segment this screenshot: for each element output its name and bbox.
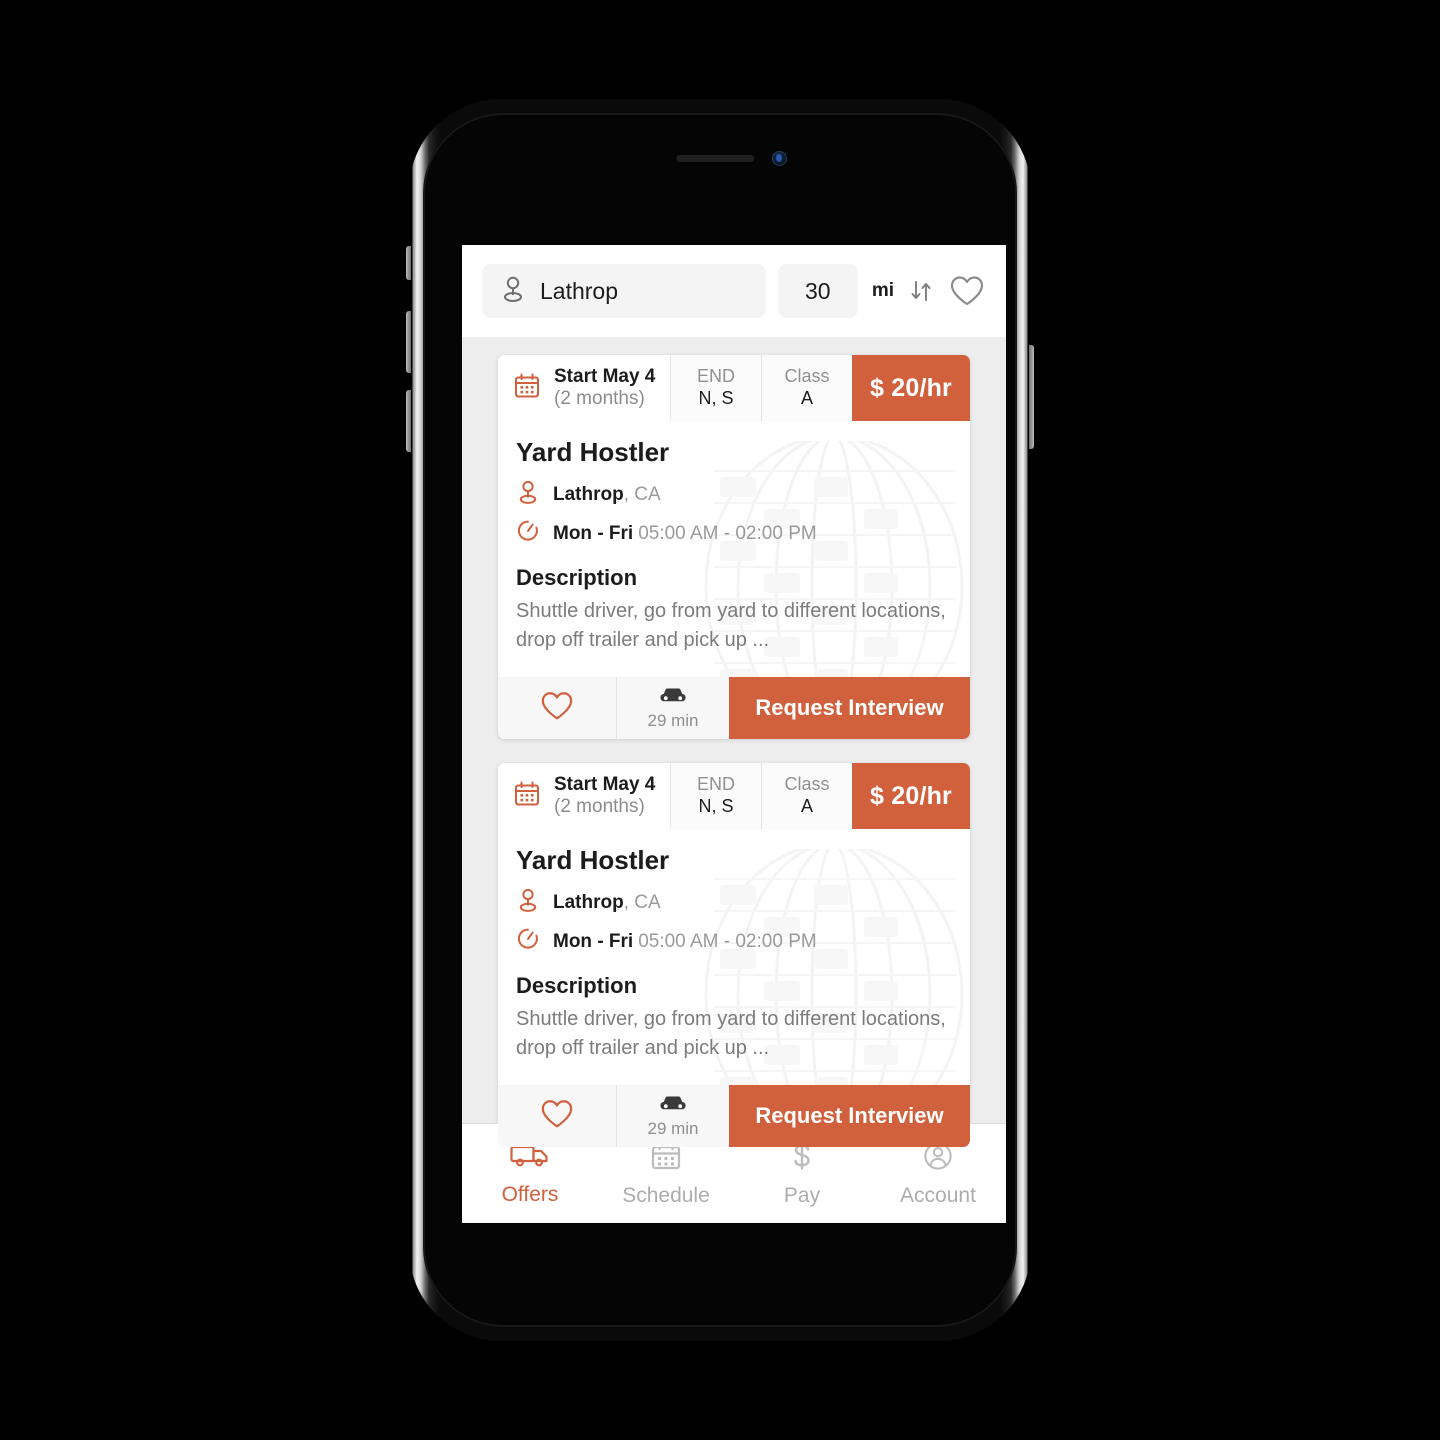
earpiece-speaker [676,155,755,162]
power-button[interactable] [1029,345,1034,449]
location-pin-icon [516,478,540,511]
location-pin-icon [516,886,540,919]
class-value: A [800,796,813,816]
job-state: , CA [623,891,661,913]
offer-card-header: Start May 4 (2 months) END N, S Class A [498,763,970,829]
offer-card-body: Yard Hostler Lathrop, CA Mon - Fri 05:00… [498,421,970,663]
duration-label: (2 months) [554,388,645,409]
location-row: Lathrop, CA [516,478,952,511]
nav-label-account: Account [900,1183,976,1207]
phone-frame: Lathrop 30 mi Start May 4 (2 months) END… [406,99,1034,1341]
offer-card-footer: 29 min Request Interview [498,1085,970,1147]
job-state: , CA [623,483,661,505]
job-hours: 05:00 AM - 02:00 PM [638,930,817,952]
start-date-cell: Start May 4 (2 months) [498,763,670,829]
heart-icon [539,1097,575,1136]
nav-label-offers: Offers [501,1182,559,1206]
car-icon [658,1093,688,1118]
start-date-label: Start May 4 [554,365,656,387]
location-row: Lathrop, CA [516,886,952,919]
offer-card[interactable]: Start May 4 (2 months) END N, S Class A [498,763,970,1147]
drive-time-text: 29 min [647,1119,699,1138]
screenshot-stage: Lathrop 30 mi Start May 4 (2 months) END… [0,0,1440,1440]
job-city: Lathrop [553,483,624,505]
favorite-button[interactable] [498,677,616,739]
search-toolbar: Lathrop 30 mi [462,245,1006,337]
clock-icon [516,926,540,957]
distance-unit: mi [871,280,894,301]
location-input[interactable]: Lathrop [482,264,766,318]
class-label: Class [784,366,830,387]
nav-label-schedule: Schedule [622,1183,710,1207]
volume-up-button[interactable] [406,311,411,373]
offer-card-header: Start May 4 (2 months) END N, S Class A [498,355,970,421]
job-title: Yard Hostler [516,845,670,875]
sort-arrows-icon[interactable] [906,276,936,306]
drive-time-indicator: 29 min [616,1085,729,1147]
end-label: END [696,366,735,387]
end-value: N, S [698,796,734,816]
end-label: END [696,774,735,795]
end-cell: END N, S [670,355,761,421]
offer-card-footer: 29 min Request Interview [498,677,970,739]
end-value: N, S [698,388,734,408]
calendar-icon [512,371,542,406]
drive-time-indicator: 29 min [616,677,729,739]
location-value: Lathrop [540,277,619,304]
end-cell: END N, S [670,763,761,829]
location-pin-icon [500,274,526,309]
heart-icon [539,689,575,728]
duration-label: (2 months) [554,796,645,817]
silent-switch[interactable] [406,246,411,280]
volume-down-button[interactable] [406,390,411,452]
offer-card-body: Yard Hostler Lathrop, CA Mon - Fri 05:00… [498,829,970,1071]
job-title: Yard Hostler [516,437,670,467]
rate-badge: $ 20/hr [852,355,970,421]
calendar-icon [512,779,542,814]
class-label: Class [784,774,830,795]
favorite-button[interactable] [498,1085,616,1147]
front-camera-icon [772,151,787,166]
drive-time-text: 29 min [647,711,699,730]
request-interview-button[interactable]: Request Interview [729,677,970,739]
job-days: Mon - Fri [553,930,634,952]
phone-screen-area: Lathrop 30 mi Start May 4 (2 months) END… [423,113,1017,1327]
car-icon [658,685,688,710]
class-cell: Class A [761,355,852,421]
job-days: Mon - Fri [553,522,634,544]
description-text: Shuttle driver, go from yard to differen… [516,600,946,651]
schedule-row: Mon - Fri 05:00 AM - 02:00 PM [516,518,952,549]
distance-value: 30 [805,277,831,304]
request-interview-button[interactable]: Request Interview [729,1085,970,1147]
description-text: Shuttle driver, go from yard to differen… [516,1008,946,1059]
job-hours: 05:00 AM - 02:00 PM [638,522,817,544]
offers-list[interactable]: Start May 4 (2 months) END N, S Class A [462,337,1006,1147]
start-date-cell: Start May 4 (2 months) [498,355,670,421]
description-heading: Description [516,565,638,590]
heart-icon[interactable] [948,273,986,309]
nav-label-pay: Pay [783,1183,821,1207]
schedule-row: Mon - Fri 05:00 AM - 02:00 PM [516,926,952,957]
clock-icon [516,518,540,549]
start-date-label: Start May 4 [554,773,656,795]
distance-input[interactable]: 30 [777,264,858,318]
job-city: Lathrop [553,891,624,913]
app-screen: Lathrop 30 mi Start May 4 (2 months) END… [462,245,1006,1223]
offer-card[interactable]: Start May 4 (2 months) END N, S Class A [498,355,970,739]
class-value: A [800,388,813,408]
rate-badge: $ 20/hr [852,763,970,829]
class-cell: Class A [761,763,852,829]
description-heading: Description [516,973,638,998]
